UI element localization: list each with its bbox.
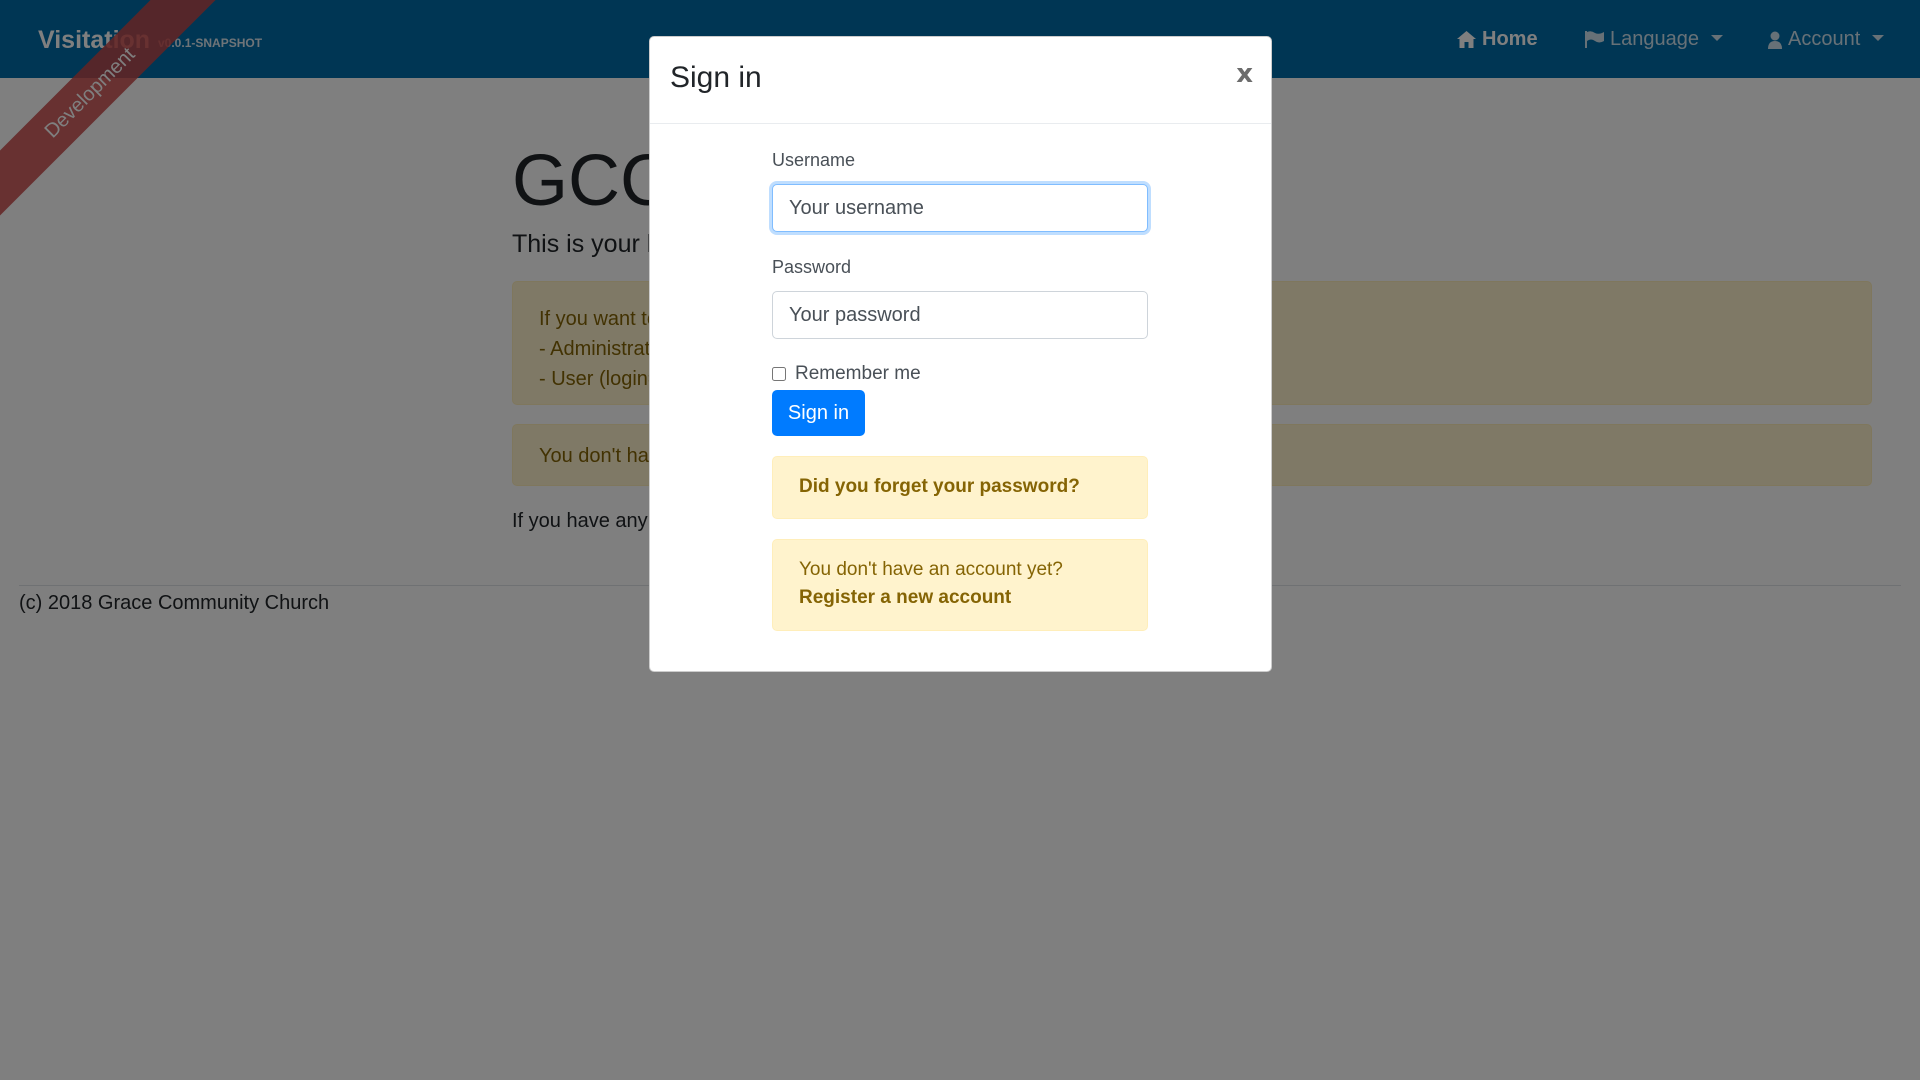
close-icon[interactable]: x (1236, 59, 1253, 89)
register-link[interactable]: Register a new account (799, 587, 1121, 609)
remember-me-checkbox[interactable] (772, 367, 786, 381)
password-label: Password (772, 257, 852, 277)
username-label: Username (772, 150, 856, 170)
sign-in-modal: Sign in x Username Password Remember me … (649, 36, 1272, 672)
remember-me-row: Remember me (772, 363, 921, 385)
forgot-password-alert: Did you forget your password? (772, 456, 1148, 519)
remember-me-label[interactable]: Remember me (795, 363, 921, 385)
forgot-password-link[interactable]: Did you forget your password? (799, 476, 1121, 498)
modal-header: Sign in x (650, 37, 1271, 124)
register-alert: You don't have an account yet? Register … (772, 539, 1148, 631)
username-input[interactable] (772, 184, 1148, 232)
no-account-question: You don't have an account yet? (799, 559, 1063, 580)
modal-title: Sign in (670, 61, 762, 94)
password-input[interactable] (772, 291, 1148, 339)
sign-in-button[interactable]: Sign in (772, 390, 865, 436)
